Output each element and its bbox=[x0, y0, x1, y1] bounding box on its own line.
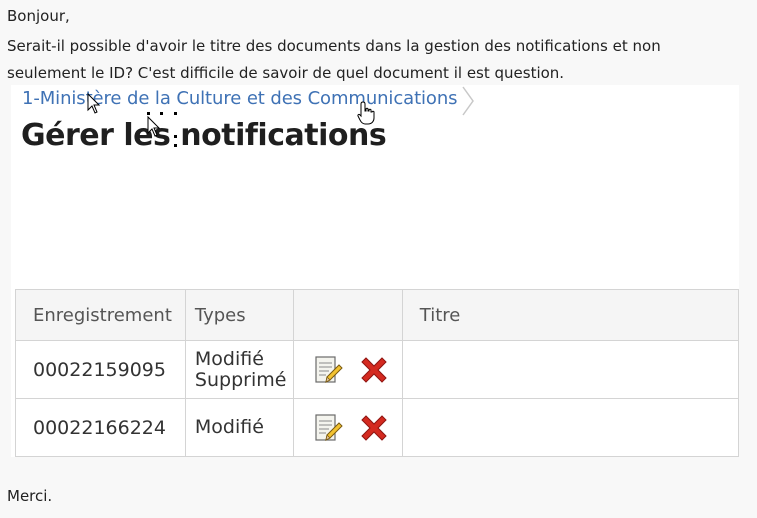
column-header-titre[interactable]: Titre bbox=[401, 289, 739, 341]
forum-post: Bonjour, Serait-il possible d'avoir le t… bbox=[0, 0, 757, 518]
record-id-cell: 00022166224 bbox=[15, 398, 186, 457]
hand-cursor-icon bbox=[357, 101, 375, 125]
record-id-cell: 00022159095 bbox=[15, 340, 186, 399]
table-row: 00022166224 Modifié bbox=[15, 398, 739, 457]
column-header-types[interactable]: Types bbox=[184, 289, 294, 341]
column-header-enregistrement[interactable]: Enregistrement bbox=[15, 289, 186, 341]
title-cell bbox=[401, 340, 739, 399]
actions-cell bbox=[292, 398, 403, 457]
actions-cell bbox=[292, 340, 403, 399]
type-label: Modifié bbox=[194, 347, 264, 370]
type-label: Supprimé bbox=[194, 368, 287, 391]
post-body: Serait-il possible d'avoir le titre des … bbox=[7, 37, 661, 82]
post-greeting: Bonjour, bbox=[7, 7, 70, 25]
delete-x-icon[interactable] bbox=[358, 354, 390, 386]
types-cell: Modifié Supprimé bbox=[184, 340, 294, 399]
arrow-cursor-icon bbox=[147, 112, 177, 147]
arrow-cursor-icon bbox=[87, 93, 101, 114]
embedded-screenshot: 1-Ministère de la Culture et des Communi… bbox=[11, 85, 739, 457]
types-cell: Modifié bbox=[184, 398, 294, 457]
column-header-actions bbox=[292, 289, 403, 341]
title-cell bbox=[401, 398, 739, 457]
delete-x-icon[interactable] bbox=[358, 412, 390, 444]
type-label: Modifié bbox=[194, 416, 264, 438]
page-title: Gérer les notifications bbox=[21, 118, 387, 153]
table-header-row: Enregistrement Types Titre bbox=[15, 289, 739, 341]
breadcrumb-chevron-icon bbox=[462, 86, 474, 116]
edit-note-icon[interactable] bbox=[312, 354, 344, 386]
table-row: 00022159095 Modifié Supprimé bbox=[15, 340, 739, 399]
post-closing: Merci. bbox=[7, 487, 53, 505]
notifications-table: Enregistrement Types Titre 00022159095 M… bbox=[15, 289, 739, 457]
edit-note-icon[interactable] bbox=[312, 412, 344, 444]
